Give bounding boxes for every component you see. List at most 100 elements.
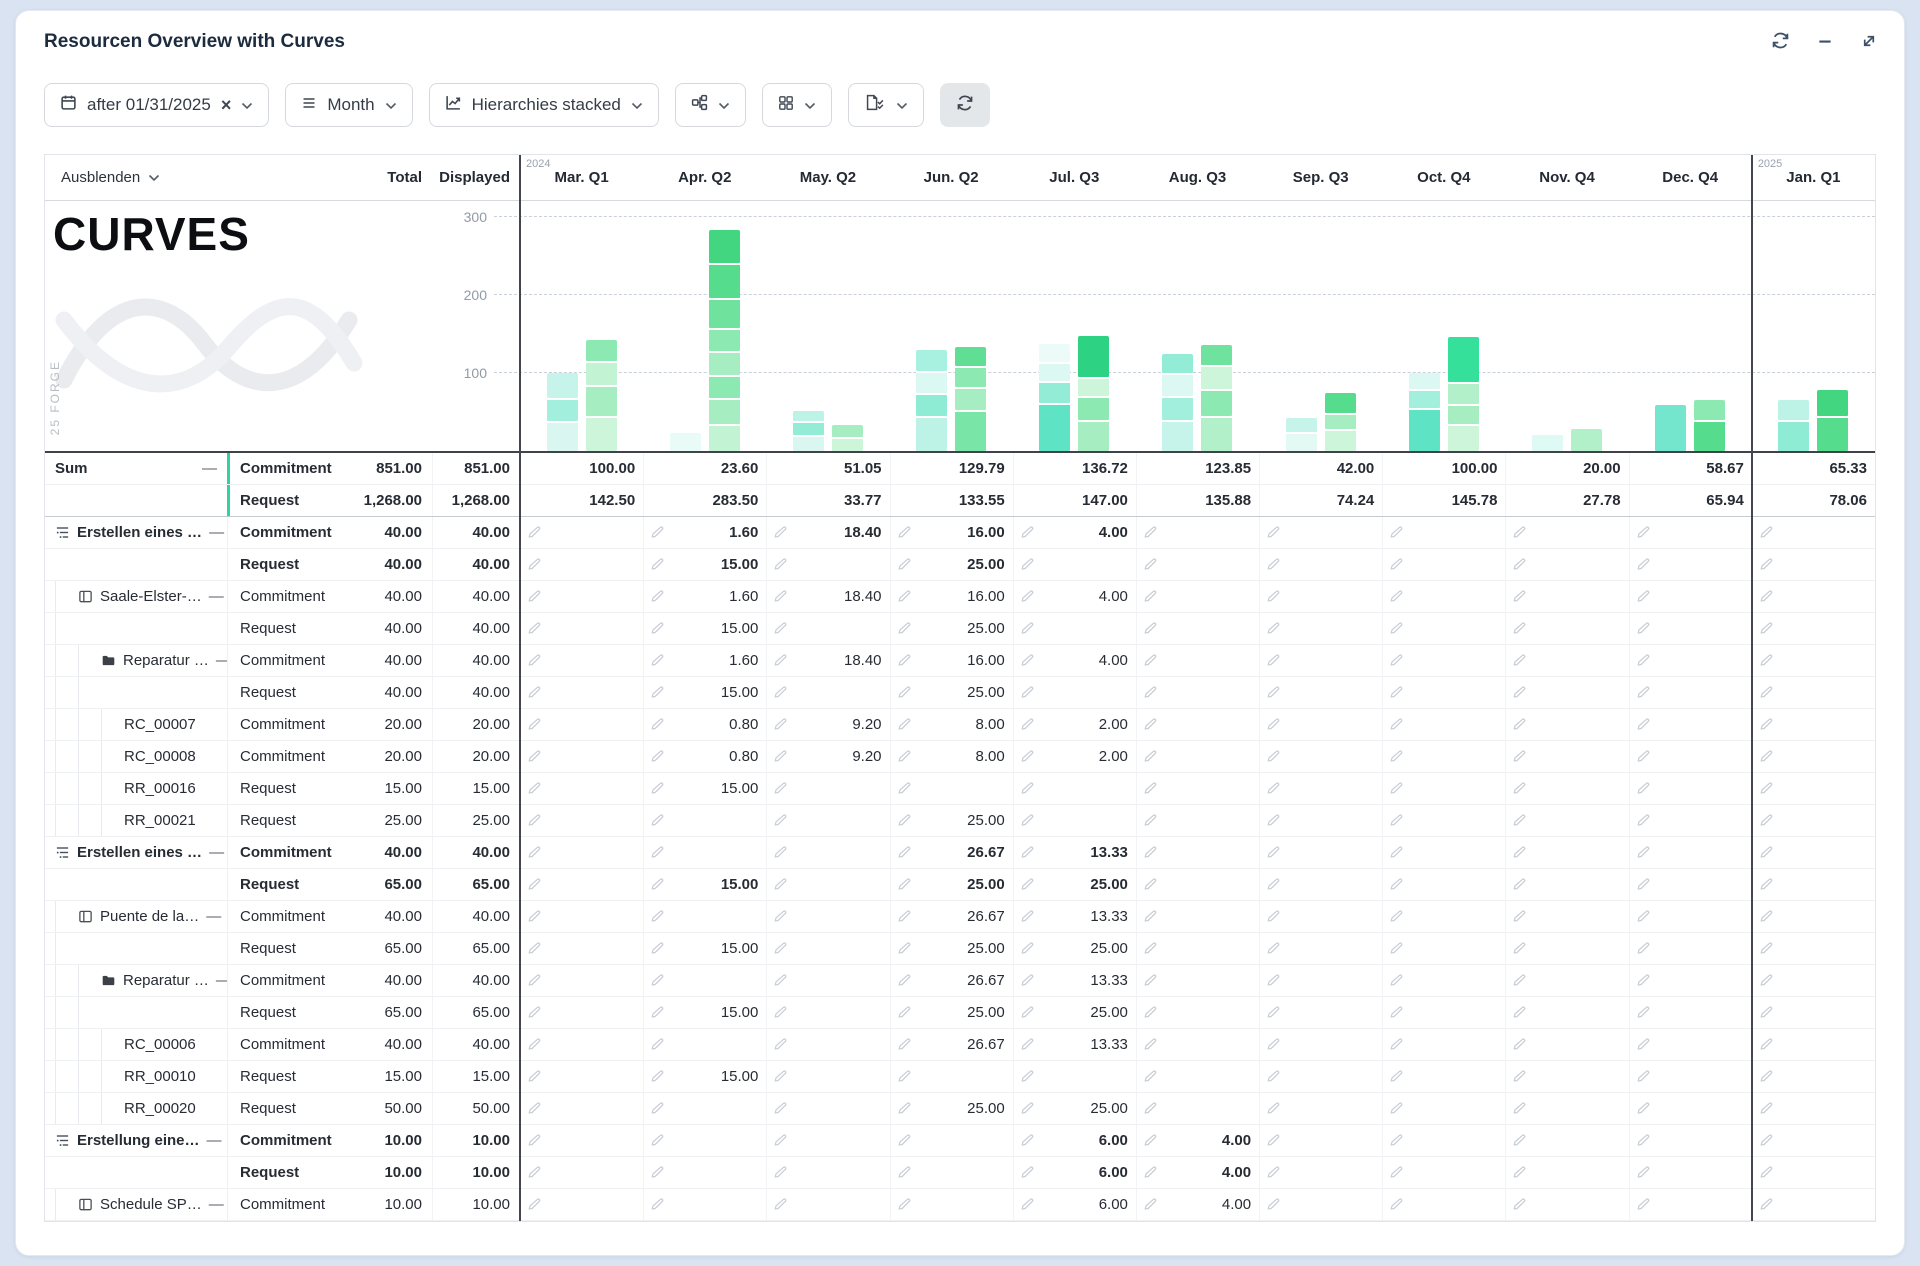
- pencil-icon[interactable]: [1759, 1197, 1774, 1212]
- month-cell[interactable]: [1629, 901, 1752, 932]
- month-cell[interactable]: [1259, 997, 1382, 1028]
- month-cell[interactable]: 4.00: [1013, 645, 1136, 676]
- pencil-icon[interactable]: [1266, 621, 1281, 636]
- pencil-icon[interactable]: [1020, 973, 1035, 988]
- pencil-icon[interactable]: [1143, 845, 1158, 860]
- pencil-icon[interactable]: [1389, 621, 1404, 636]
- pencil-icon[interactable]: [527, 1069, 542, 1084]
- pencil-icon[interactable]: [773, 621, 788, 636]
- month-cell[interactable]: [1259, 677, 1382, 708]
- pencil-icon[interactable]: [1636, 877, 1651, 892]
- month-cell[interactable]: [1136, 645, 1259, 676]
- pencil-icon[interactable]: [1636, 1101, 1651, 1116]
- pencil-icon[interactable]: [1143, 909, 1158, 924]
- pencil-icon[interactable]: [1266, 717, 1281, 732]
- pencil-icon[interactable]: [1020, 1069, 1035, 1084]
- pencil-icon[interactable]: [1636, 525, 1651, 540]
- pencil-icon[interactable]: [773, 1197, 788, 1212]
- month-cell[interactable]: 25.00: [890, 997, 1013, 1028]
- pencil-icon[interactable]: [650, 1005, 665, 1020]
- pencil-icon[interactable]: [1143, 1165, 1158, 1180]
- month-cell[interactable]: [890, 1125, 1013, 1156]
- month-cell[interactable]: 15.00: [643, 1061, 766, 1092]
- pencil-icon[interactable]: [1512, 653, 1527, 668]
- pencil-icon[interactable]: [1389, 749, 1404, 764]
- pencil-icon[interactable]: [1512, 941, 1527, 956]
- pencil-icon[interactable]: [1143, 1101, 1158, 1116]
- pencil-icon[interactable]: [897, 1069, 912, 1084]
- month-cell[interactable]: [1136, 613, 1259, 644]
- pencil-icon[interactable]: [650, 813, 665, 828]
- month-cell[interactable]: [1382, 933, 1505, 964]
- pencil-icon[interactable]: [897, 973, 912, 988]
- pencil-icon[interactable]: [1759, 1133, 1774, 1148]
- pencil-icon[interactable]: [897, 909, 912, 924]
- month-cell[interactable]: [1752, 677, 1875, 708]
- pencil-icon[interactable]: [1020, 525, 1035, 540]
- pencil-icon[interactable]: [1020, 1037, 1035, 1052]
- month-cell[interactable]: [1136, 677, 1259, 708]
- month-cell[interactable]: [1629, 997, 1752, 1028]
- pencil-icon[interactable]: [527, 653, 542, 668]
- month-cell[interactable]: [1752, 1189, 1875, 1220]
- pencil-icon[interactable]: [1389, 909, 1404, 924]
- pencil-icon[interactable]: [1266, 1165, 1281, 1180]
- month-cell[interactable]: [1505, 1093, 1628, 1124]
- month-cell[interactable]: [1382, 709, 1505, 740]
- pencil-icon[interactable]: [1389, 973, 1404, 988]
- month-cell[interactable]: [1136, 933, 1259, 964]
- pencil-icon[interactable]: [773, 845, 788, 860]
- month-cell[interactable]: [1259, 901, 1382, 932]
- pencil-icon[interactable]: [1389, 525, 1404, 540]
- month-cell[interactable]: 25.00: [1013, 997, 1136, 1028]
- pencil-icon[interactable]: [897, 845, 912, 860]
- month-cell[interactable]: 1.60: [643, 645, 766, 676]
- pencil-icon[interactable]: [897, 1037, 912, 1052]
- month-cell[interactable]: [766, 549, 889, 580]
- pencil-icon[interactable]: [1266, 1037, 1281, 1052]
- month-cell[interactable]: [520, 773, 643, 804]
- expand-button[interactable]: [1860, 32, 1878, 53]
- pencil-icon[interactable]: [773, 1133, 788, 1148]
- month-cell[interactable]: 16.00: [890, 517, 1013, 548]
- pencil-icon[interactable]: [1636, 557, 1651, 572]
- pencil-icon[interactable]: [1389, 845, 1404, 860]
- month-cell[interactable]: [1382, 869, 1505, 900]
- columns-button[interactable]: [762, 83, 832, 127]
- month-cell[interactable]: [1629, 869, 1752, 900]
- pencil-icon[interactable]: [1389, 941, 1404, 956]
- pencil-icon[interactable]: [897, 589, 912, 604]
- month-cell[interactable]: [520, 965, 643, 996]
- pencil-icon[interactable]: [1020, 685, 1035, 700]
- month-cell[interactable]: 25.00: [890, 677, 1013, 708]
- pencil-icon[interactable]: [1266, 941, 1281, 956]
- pencil-icon[interactable]: [1512, 973, 1527, 988]
- month-cell[interactable]: 6.00: [1013, 1157, 1136, 1188]
- month-cell[interactable]: [1259, 933, 1382, 964]
- month-cell[interactable]: 9.20: [766, 741, 889, 772]
- month-cell[interactable]: [1136, 837, 1259, 868]
- date-filter-button[interactable]: after 01/31/2025 ×: [44, 83, 269, 127]
- month-cell[interactable]: [643, 901, 766, 932]
- pencil-icon[interactable]: [1020, 781, 1035, 796]
- month-cell[interactable]: [1136, 997, 1259, 1028]
- pencil-icon[interactable]: [650, 877, 665, 892]
- month-cell[interactable]: 25.00: [890, 613, 1013, 644]
- month-cell[interactable]: [890, 773, 1013, 804]
- month-cell[interactable]: [1752, 965, 1875, 996]
- month-cell[interactable]: [1259, 1061, 1382, 1092]
- pencil-icon[interactable]: [1266, 1133, 1281, 1148]
- month-cell[interactable]: 18.40: [766, 645, 889, 676]
- pencil-icon[interactable]: [527, 557, 542, 572]
- pencil-icon[interactable]: [1020, 589, 1035, 604]
- month-cell[interactable]: [766, 613, 889, 644]
- pencil-icon[interactable]: [1636, 1005, 1651, 1020]
- pencil-icon[interactable]: [773, 941, 788, 956]
- month-cell[interactable]: [1382, 517, 1505, 548]
- month-cell[interactable]: [1752, 773, 1875, 804]
- pencil-icon[interactable]: [1759, 589, 1774, 604]
- pencil-icon[interactable]: [1636, 973, 1651, 988]
- month-cell[interactable]: 25.00: [1013, 933, 1136, 964]
- pencil-icon[interactable]: [1143, 973, 1158, 988]
- month-cell[interactable]: [1752, 709, 1875, 740]
